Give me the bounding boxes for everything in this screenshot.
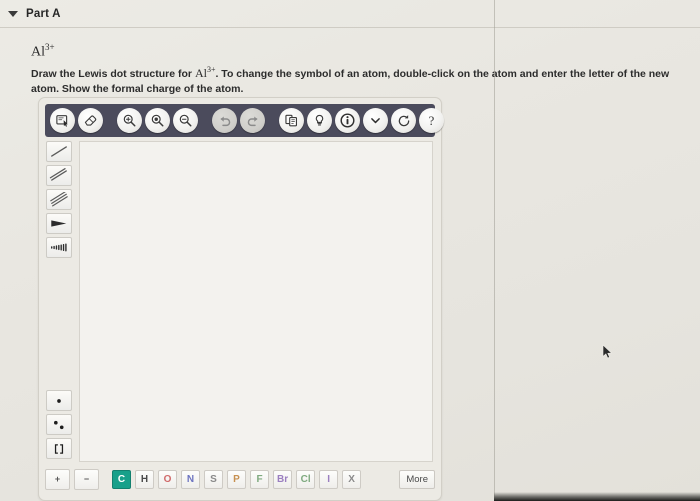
help-icon[interactable]: ? xyxy=(419,108,444,133)
eraser-icon[interactable] xyxy=(78,108,103,133)
formula-charge: 3+ xyxy=(45,42,55,52)
drawing-toolbar: ? xyxy=(45,104,444,137)
hint-bulb-icon[interactable] xyxy=(307,108,332,133)
zoom-in-icon[interactable] xyxy=(117,108,142,133)
triple-bond-tool[interactable] xyxy=(46,189,72,210)
hash-bond-tool[interactable] xyxy=(46,237,72,258)
page-edge-line xyxy=(494,0,495,501)
page-title: Part A xyxy=(26,7,61,20)
prompt-text-part1: Draw the Lewis dot structure for xyxy=(31,68,195,80)
element-button-Cl[interactable]: Cl xyxy=(296,470,316,489)
element-button-C[interactable]: C xyxy=(112,470,131,489)
brackets-tool[interactable] xyxy=(46,438,72,459)
element-button-P[interactable]: P xyxy=(227,470,246,489)
reset-icon[interactable] xyxy=(391,108,416,133)
element-button-O[interactable]: O xyxy=(158,470,177,489)
undo-icon[interactable] xyxy=(212,108,237,133)
prompt-formula: Al3+ xyxy=(194,65,216,80)
element-button-X[interactable]: X xyxy=(342,470,362,489)
copy-paste-icon[interactable] xyxy=(279,108,304,133)
prompt-formula-base: Al xyxy=(194,66,207,80)
select-lasso-icon[interactable] xyxy=(50,108,75,133)
element-button-I[interactable]: I xyxy=(319,470,339,489)
single-electron-tool[interactable] xyxy=(46,390,72,411)
lewis-structure-drawing-tool: ? + − C H O N S P F Br Cl I X More xyxy=(38,97,444,501)
scan-shadow xyxy=(494,492,700,501)
chevron-down-icon[interactable] xyxy=(0,10,26,17)
double-bond-tool[interactable] xyxy=(46,165,72,186)
element-button-Br[interactable]: Br xyxy=(273,470,293,489)
svg-text:?: ? xyxy=(429,114,435,128)
question-prompt: Draw the Lewis dot structure for Al3+. T… xyxy=(31,64,691,97)
formula-label: Al3+ xyxy=(31,42,55,61)
chevron-down-icon[interactable] xyxy=(363,108,388,133)
info-icon[interactable] xyxy=(335,108,360,133)
drawing-canvas[interactable] xyxy=(79,141,433,462)
wedge-bond-tool[interactable] xyxy=(46,213,72,234)
element-palette: + − C H O N S P F Br Cl I X More xyxy=(45,465,435,494)
bond-tool-rail xyxy=(46,141,76,462)
part-header: Part A xyxy=(0,0,700,28)
positive-charge-button[interactable]: + xyxy=(45,469,70,490)
single-bond-tool[interactable] xyxy=(46,141,72,162)
electron-tool-group xyxy=(46,390,72,462)
more-elements-button[interactable]: More xyxy=(399,470,435,489)
zoom-out-icon[interactable] xyxy=(173,108,198,133)
formula-base: Al xyxy=(31,44,45,60)
redo-icon[interactable] xyxy=(240,108,265,133)
negative-charge-button[interactable]: − xyxy=(74,469,99,490)
element-button-S[interactable]: S xyxy=(204,470,223,489)
element-button-F[interactable]: F xyxy=(250,470,269,489)
element-button-N[interactable]: N xyxy=(181,470,200,489)
lone-pair-tool[interactable] xyxy=(46,414,72,435)
zoom-fit-icon[interactable] xyxy=(145,108,170,133)
element-button-H[interactable]: H xyxy=(135,470,154,489)
mouse-pointer xyxy=(602,344,614,360)
